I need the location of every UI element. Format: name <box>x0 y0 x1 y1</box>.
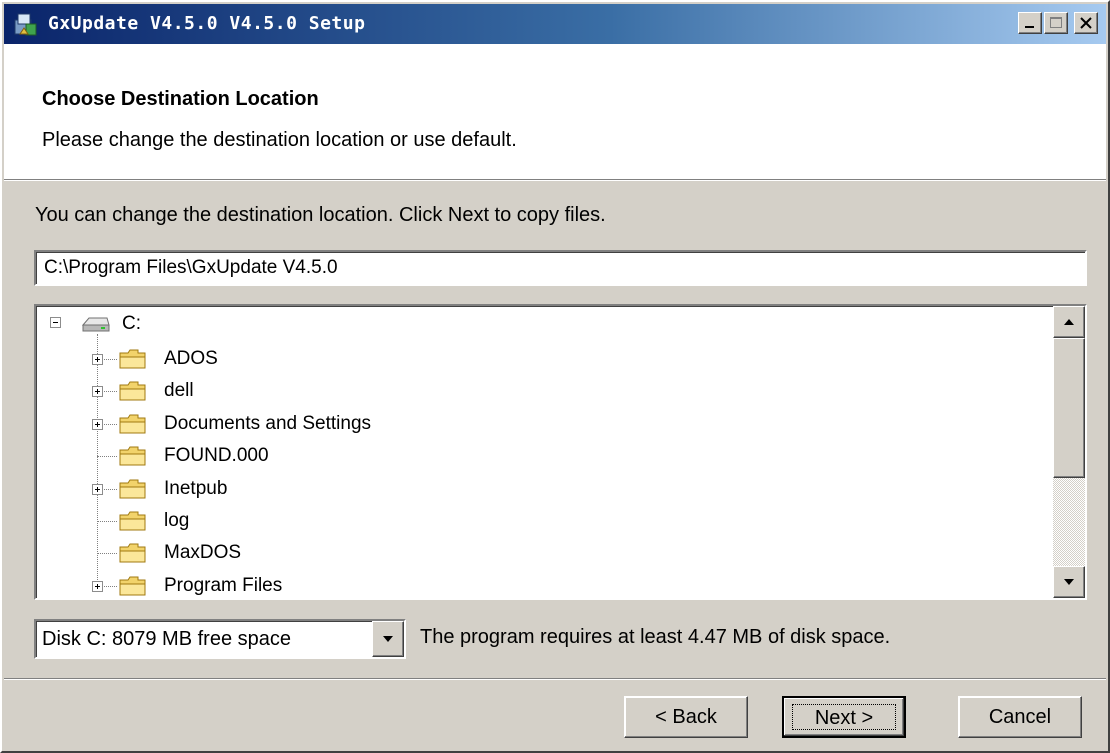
scroll-thumb[interactable] <box>1053 338 1085 478</box>
expand-toggle-icon[interactable] <box>92 418 103 430</box>
directory-tree[interactable]: C: ADOS dell Documents and Settings FOUND.0… <box>34 304 1087 600</box>
setup-window: GxUpdate V4.5.0 V4.5.0 Setup Choose Dest… <box>0 0 1110 753</box>
expand-toggle-icon[interactable] <box>92 580 103 592</box>
back-button[interactable]: < Back <box>624 696 748 738</box>
folder-icon <box>119 446 146 466</box>
cancel-button[interactable]: Cancel <box>958 696 1082 738</box>
tree-content: C: ADOS dell Documents and Settings FOUND.0… <box>36 306 1054 598</box>
folder-icon <box>119 349 146 369</box>
installer-icon <box>14 13 37 36</box>
folder-icon <box>119 381 146 401</box>
expand-toggle-icon[interactable] <box>92 386 103 398</box>
arrow-up-icon <box>1064 319 1074 325</box>
drive-dropdown-button[interactable] <box>372 621 404 657</box>
next-button[interactable]: Next > <box>782 696 906 738</box>
chevron-down-icon <box>383 636 393 642</box>
footer-divider <box>4 678 1106 680</box>
hard-drive-icon <box>81 317 110 332</box>
tree-folder-label[interactable]: FOUND.000 <box>164 440 269 472</box>
minimize-button[interactable] <box>1018 12 1042 34</box>
tree-folder-label[interactable]: MaxDOS <box>164 537 241 569</box>
header-panel: Choose Destination Location Please chang… <box>4 44 1106 179</box>
expand-toggle-icon[interactable] <box>92 354 103 365</box>
tree-folder-label[interactable]: Program Files <box>164 570 282 598</box>
tree-connector <box>97 456 117 458</box>
folder-icon <box>119 543 146 563</box>
destination-path-input[interactable] <box>34 250 1087 286</box>
tree-folder-label[interactable]: ADOS <box>164 343 218 375</box>
page-title: Choose Destination Location <box>42 88 319 110</box>
tree-connector <box>97 553 117 555</box>
collapse-toggle-icon[interactable] <box>50 317 61 328</box>
tree-folder-label[interactable]: log <box>164 505 189 537</box>
page-subtitle: Please change the destination location o… <box>42 129 517 151</box>
drive-select-value: Disk C: 8079 MB free space <box>42 628 291 650</box>
folder-icon <box>119 576 146 596</box>
cancel-button-label: Cancel <box>988 706 1052 728</box>
next-button-label: Next > <box>814 707 874 729</box>
tree-folder-label[interactable]: Documents and Settings <box>164 408 371 440</box>
scroll-up-button[interactable] <box>1053 306 1085 338</box>
maximize-icon <box>1050 17 1062 28</box>
expand-toggle-icon[interactable] <box>92 483 103 495</box>
tree-connector <box>97 334 98 584</box>
header-divider <box>4 179 1106 181</box>
close-button[interactable] <box>1074 12 1098 34</box>
scroll-down-button[interactable] <box>1053 566 1085 598</box>
title-bar[interactable]: GxUpdate V4.5.0 V4.5.0 Setup <box>4 4 1106 44</box>
tree-folder-label[interactable]: Inetpub <box>164 473 227 505</box>
tree-vertical-scrollbar[interactable] <box>1053 306 1085 598</box>
minimize-icon <box>1025 26 1034 28</box>
folder-icon <box>119 479 146 499</box>
folder-icon <box>119 414 146 434</box>
maximize-button[interactable] <box>1044 12 1068 34</box>
tree-folder-label[interactable]: dell <box>164 375 194 407</box>
folder-icon <box>119 511 146 531</box>
tree-root-label[interactable]: C: <box>122 308 141 340</box>
arrow-down-icon <box>1064 579 1074 585</box>
window-title: GxUpdate V4.5.0 V4.5.0 Setup <box>48 13 366 34</box>
instruction-text: You can change the destination location.… <box>35 204 606 226</box>
close-icon <box>1080 17 1092 29</box>
back-button-label: < Back <box>655 706 717 728</box>
tree-connector <box>97 521 117 522</box>
disk-requirement-text: The program requires at least 4.47 MB of… <box>420 626 891 648</box>
drive-select[interactable]: Disk C: 8079 MB free space <box>34 619 406 659</box>
